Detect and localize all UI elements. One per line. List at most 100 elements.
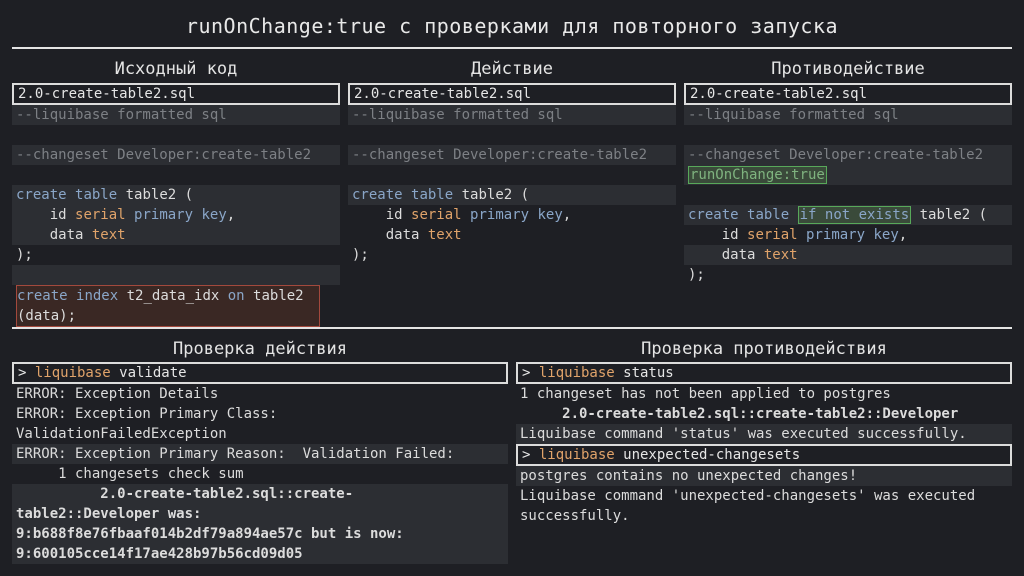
code-line: --changeset Developer:create-table2 [684, 145, 1012, 165]
code-text: , [226, 207, 236, 223]
section-heading: Проверка противодействия [641, 339, 887, 359]
output-line: Liquibase command 'unexpected-changesets… [520, 488, 976, 504]
prompt: > [522, 365, 539, 381]
code-line: ); [352, 247, 369, 263]
command-tool: liquibase [34, 365, 111, 381]
type: text [91, 227, 126, 243]
output-line: 2.0-create-table2.sql::create- [16, 486, 354, 502]
keyword: create [17, 288, 68, 304]
run-on-change-highlight: runOnChange:true [688, 166, 827, 184]
type: serial [747, 227, 798, 243]
command-line: > liquibase validate [12, 362, 508, 384]
keyword: create [352, 187, 403, 203]
keyword: create [688, 207, 739, 223]
code-text: id [352, 207, 412, 223]
top-divider [12, 47, 1012, 49]
code-text: table2 [244, 288, 304, 304]
code-line: --liquibase formatted sql [12, 105, 340, 125]
code-text: table2 ( [117, 187, 194, 203]
code-line: data text [348, 225, 676, 245]
keyword: index [76, 288, 119, 304]
keyword: create [16, 187, 67, 203]
output-line: 9:600105cce14f17ae428b97b56cd09d05 [16, 546, 303, 562]
keyword: table [411, 187, 454, 203]
command-line: > liquibase status [516, 362, 1012, 384]
check-counter-panel: Проверка противодействия > liquibase sta… [516, 336, 1012, 526]
code-line: --changeset Developer:create-table2 [348, 145, 676, 165]
code-line: --changeset Developer:create-table2 [12, 145, 340, 165]
code-line: create table if not exists table2 ( [684, 205, 1012, 225]
type: serial [411, 207, 462, 223]
keyword: primary key [806, 227, 899, 243]
code-text: data [352, 227, 428, 243]
code-text: id [688, 227, 748, 243]
code-line: ); [688, 267, 705, 283]
code-line: ); [16, 247, 33, 263]
file-name: 2.0-create-table2.sql [348, 83, 676, 105]
column-source: Исходный код 2.0-create-table2.sql --liq… [12, 56, 340, 327]
keyword: table [747, 207, 790, 223]
code-line: create index t2_data_idx on table2 [17, 286, 319, 306]
output-line: Liquibase command 'status' was executed … [516, 424, 1012, 444]
command-arg: validate [110, 365, 187, 381]
output-line: postgres contains no unexpected changes! [516, 466, 1012, 486]
code-text: data [16, 227, 92, 243]
column-heading: Действие [471, 59, 553, 79]
code-line: --liquibase formatted sql [348, 105, 676, 125]
keyword: primary key [134, 207, 227, 223]
code-text: data [688, 247, 764, 263]
code-line: id serial primary key, [348, 205, 676, 225]
code-line: (data); [17, 308, 77, 324]
file-name: 2.0-create-table2.sql [684, 83, 1012, 105]
checksum-block: 2.0-create-table2.sql::create- table2::D… [12, 484, 508, 564]
column-heading: Исходный код [114, 59, 238, 79]
code-text: id [16, 207, 76, 223]
type: text [763, 247, 798, 263]
code-line: create table table2 ( [348, 185, 676, 205]
code-text: table2 ( [911, 207, 988, 223]
output-line: ERROR: Exception Details [16, 386, 219, 402]
section-heading: Проверка действия [173, 339, 347, 359]
type: serial [75, 207, 126, 223]
code-line: id serial primary key, [684, 225, 1012, 245]
output-line: ERROR: Exception Primary Reason: Validat… [12, 444, 508, 464]
output-line: successfully. [520, 508, 630, 524]
command-arg: unexpected-changesets [614, 447, 801, 463]
keyword: on [227, 288, 245, 304]
prompt: > [18, 365, 35, 381]
code-line: --liquibase formatted sql [684, 105, 1012, 125]
column-counter: Противодействие 2.0-create-table2.sql --… [684, 56, 1012, 285]
command-tool: liquibase [538, 447, 615, 463]
type: text [427, 227, 462, 243]
code-line: data text [684, 245, 1012, 265]
code-line: data text [12, 225, 340, 245]
page-title: runOnChange:true с проверками для повтор… [185, 14, 839, 38]
output-line: ERROR: Exception Primary Class: [16, 406, 278, 422]
check-action-panel: Проверка действия > liquibase validate E… [12, 336, 508, 564]
slide: runOnChange:true с проверками для повтор… [0, 0, 1024, 576]
output-line: ValidationFailedException [16, 426, 227, 442]
code-line: create table table2 ( [12, 185, 340, 205]
if-not-exists-highlight: if not exists [797, 206, 912, 224]
index-highlight: create index t2_data_idx on table2 (data… [16, 285, 320, 327]
output-line: 9:b688f8e76fbaaf014b2df79a894ae57c but i… [16, 526, 404, 542]
file-name: 2.0-create-table2.sql [12, 83, 340, 105]
code-line-blank [12, 265, 340, 285]
prompt: > [522, 447, 539, 463]
keyword: primary key [470, 207, 563, 223]
command-line: > liquibase unexpected-changesets [516, 444, 1012, 466]
code-text: , [898, 227, 908, 243]
output-line: 1 changesets check sum [16, 466, 244, 482]
column-action: Действие 2.0-create-table2.sql --liquiba… [348, 56, 676, 265]
code-line: runOnChange:true [684, 165, 1012, 185]
column-heading: Противодействие [771, 59, 925, 79]
output-line: table2::Developer was: [16, 506, 202, 522]
code-text: t2_data_idx [118, 288, 228, 304]
code-line: id serial primary key, [12, 205, 340, 225]
